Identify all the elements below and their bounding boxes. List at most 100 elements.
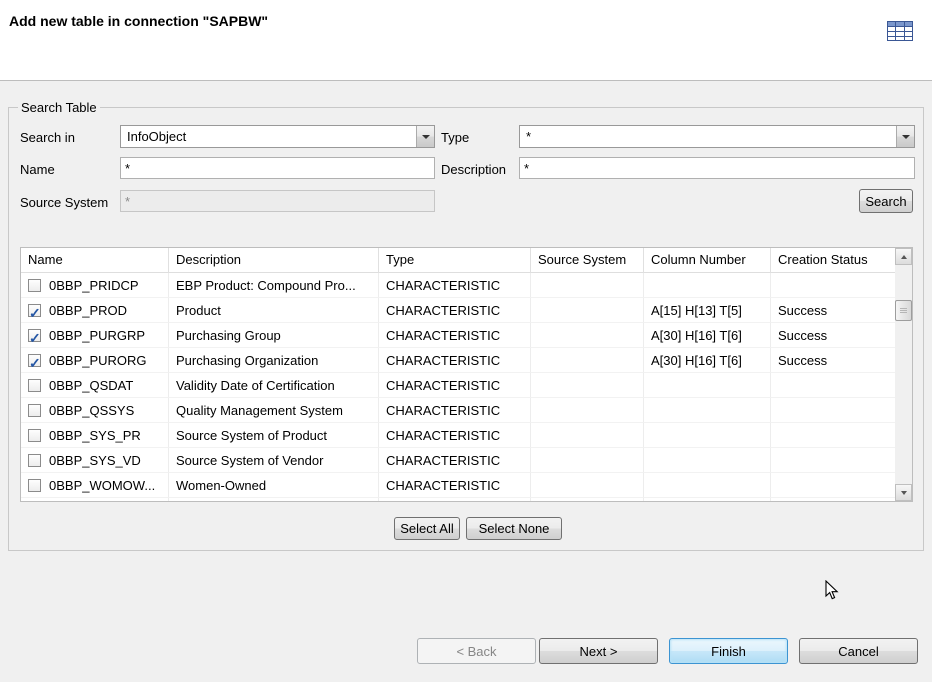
table-body: 0BBP_PRIDCP EBP Product: Compound Pro...…: [21, 273, 895, 498]
search-in-label: Search in: [20, 130, 75, 145]
cell-source-system: [531, 273, 644, 298]
column-header-source-system[interactable]: Source System: [531, 248, 644, 273]
results-table: Name Description Type Source System Colu…: [20, 247, 913, 502]
scrollbar-thumb[interactable]: [895, 300, 912, 321]
chevron-down-icon[interactable]: [896, 126, 914, 147]
cell-name: 0BBP_WOMOW...: [49, 478, 155, 493]
row-checkbox[interactable]: [28, 379, 41, 392]
name-cell: 0BBP_WOMOW...: [21, 473, 169, 498]
mouse-cursor-icon: [824, 580, 842, 600]
table-row-partial: [21, 498, 895, 502]
search-in-value: InfoObject: [127, 129, 186, 144]
cell-source-system: [531, 423, 644, 448]
table-row[interactable]: 0BBP_QSSYS Quality Management System CHA…: [21, 398, 895, 423]
scroll-down-button[interactable]: [895, 484, 912, 501]
arrow-down-icon: [901, 491, 907, 495]
table-row[interactable]: 0BBP_PURGRP Purchasing Group CHARACTERIS…: [21, 323, 895, 348]
description-input[interactable]: [519, 157, 915, 179]
select-all-button[interactable]: Select All: [394, 517, 460, 540]
cell-source-system: [531, 448, 644, 473]
name-cell: 0BBP_SYS_PR: [21, 423, 169, 448]
source-system-label: Source System: [20, 195, 108, 210]
type-value: *: [526, 129, 531, 144]
cell-column-number: [644, 423, 771, 448]
cell-name: 0BBP_PRIDCP: [49, 278, 139, 293]
cell-name: 0BBP_QSDAT: [49, 378, 133, 393]
name-cell: 0BBP_QSSYS: [21, 398, 169, 423]
cell-description: Purchasing Organization: [169, 348, 379, 373]
table-header-row: Name Description Type Source System Colu…: [21, 248, 895, 273]
cell-source-system: [531, 373, 644, 398]
table-row[interactable]: 0BBP_QSDAT Validity Date of Certificatio…: [21, 373, 895, 398]
partial-cell: [21, 498, 169, 502]
row-checkbox[interactable]: [28, 329, 41, 342]
dialog-header: Add new table in connection "SAPBW": [0, 0, 932, 81]
name-cell: 0BBP_PROD: [21, 298, 169, 323]
cell-creation-status: [771, 473, 895, 498]
column-header-column-number[interactable]: Column Number: [644, 248, 771, 273]
row-checkbox[interactable]: [28, 354, 41, 367]
row-checkbox[interactable]: [28, 279, 41, 292]
partial-cell: [379, 498, 531, 502]
cell-creation-status: [771, 373, 895, 398]
column-header-description[interactable]: Description: [169, 248, 379, 273]
table-row[interactable]: 0BBP_PRIDCP EBP Product: Compound Pro...…: [21, 273, 895, 298]
next-button[interactable]: Next >: [539, 638, 658, 664]
cell-creation-status: [771, 398, 895, 423]
row-checkbox[interactable]: [28, 429, 41, 442]
cell-type: CHARACTERISTIC: [379, 473, 531, 498]
cell-column-number: A[30] H[16] T[6]: [644, 323, 771, 348]
cell-source-system: [531, 348, 644, 373]
column-header-type[interactable]: Type: [379, 248, 531, 273]
table-row[interactable]: 0BBP_WOMOW... Women-Owned CHARACTERISTIC: [21, 473, 895, 498]
partial-cell: [771, 498, 895, 502]
cell-creation-status: Success: [771, 348, 895, 373]
cell-description: Quality Management System: [169, 398, 379, 423]
table-row[interactable]: 0BBP_PROD Product CHARACTERISTIC A[15] H…: [21, 298, 895, 323]
name-input[interactable]: [120, 157, 435, 179]
cell-description: Validity Date of Certification: [169, 373, 379, 398]
row-checkbox[interactable]: [28, 404, 41, 417]
cell-source-system: [531, 398, 644, 423]
arrow-up-icon: [901, 255, 907, 259]
cell-name: 0BBP_SYS_PR: [49, 428, 141, 443]
column-header-name[interactable]: Name: [21, 248, 169, 273]
chevron-down-icon[interactable]: [416, 126, 434, 147]
table-row[interactable]: 0BBP_PURORG Purchasing Organization CHAR…: [21, 348, 895, 373]
name-label: Name: [20, 162, 55, 177]
table-row[interactable]: 0BBP_SYS_PR Source System of Product CHA…: [21, 423, 895, 448]
column-header-creation-status[interactable]: Creation Status: [771, 248, 895, 273]
cell-name: 0BBP_PURGRP: [49, 328, 145, 343]
row-checkbox[interactable]: [28, 454, 41, 467]
cell-column-number: [644, 473, 771, 498]
row-checkbox[interactable]: [28, 479, 41, 492]
finish-button[interactable]: Finish: [669, 638, 788, 664]
name-cell: 0BBP_PURORG: [21, 348, 169, 373]
cell-creation-status: Success: [771, 323, 895, 348]
scroll-up-button[interactable]: [895, 248, 912, 265]
table-row[interactable]: 0BBP_SYS_VD Source System of Vendor CHAR…: [21, 448, 895, 473]
select-none-button[interactable]: Select None: [466, 517, 562, 540]
vertical-scrollbar[interactable]: [895, 248, 912, 501]
type-dropdown[interactable]: *: [519, 125, 915, 148]
search-in-dropdown[interactable]: InfoObject: [120, 125, 435, 148]
cell-creation-status: [771, 273, 895, 298]
cell-column-number: A[30] H[16] T[6]: [644, 348, 771, 373]
row-checkbox[interactable]: [28, 304, 41, 317]
cell-column-number: [644, 448, 771, 473]
cell-name: 0BBP_PURORG: [49, 353, 147, 368]
cell-creation-status: Success: [771, 298, 895, 323]
cell-type: CHARACTERISTIC: [379, 448, 531, 473]
cell-type: CHARACTERISTIC: [379, 423, 531, 448]
cell-source-system: [531, 473, 644, 498]
cell-column-number: [644, 273, 771, 298]
name-cell: 0BBP_SYS_VD: [21, 448, 169, 473]
cell-column-number: A[15] H[13] T[5]: [644, 298, 771, 323]
name-cell: 0BBP_PURGRP: [21, 323, 169, 348]
cancel-button[interactable]: Cancel: [799, 638, 918, 664]
cell-name: 0BBP_QSSYS: [49, 403, 134, 418]
name-cell: 0BBP_PRIDCP: [21, 273, 169, 298]
search-button[interactable]: Search: [859, 189, 913, 213]
partial-cell: [531, 498, 644, 502]
name-cell: 0BBP_QSDAT: [21, 373, 169, 398]
